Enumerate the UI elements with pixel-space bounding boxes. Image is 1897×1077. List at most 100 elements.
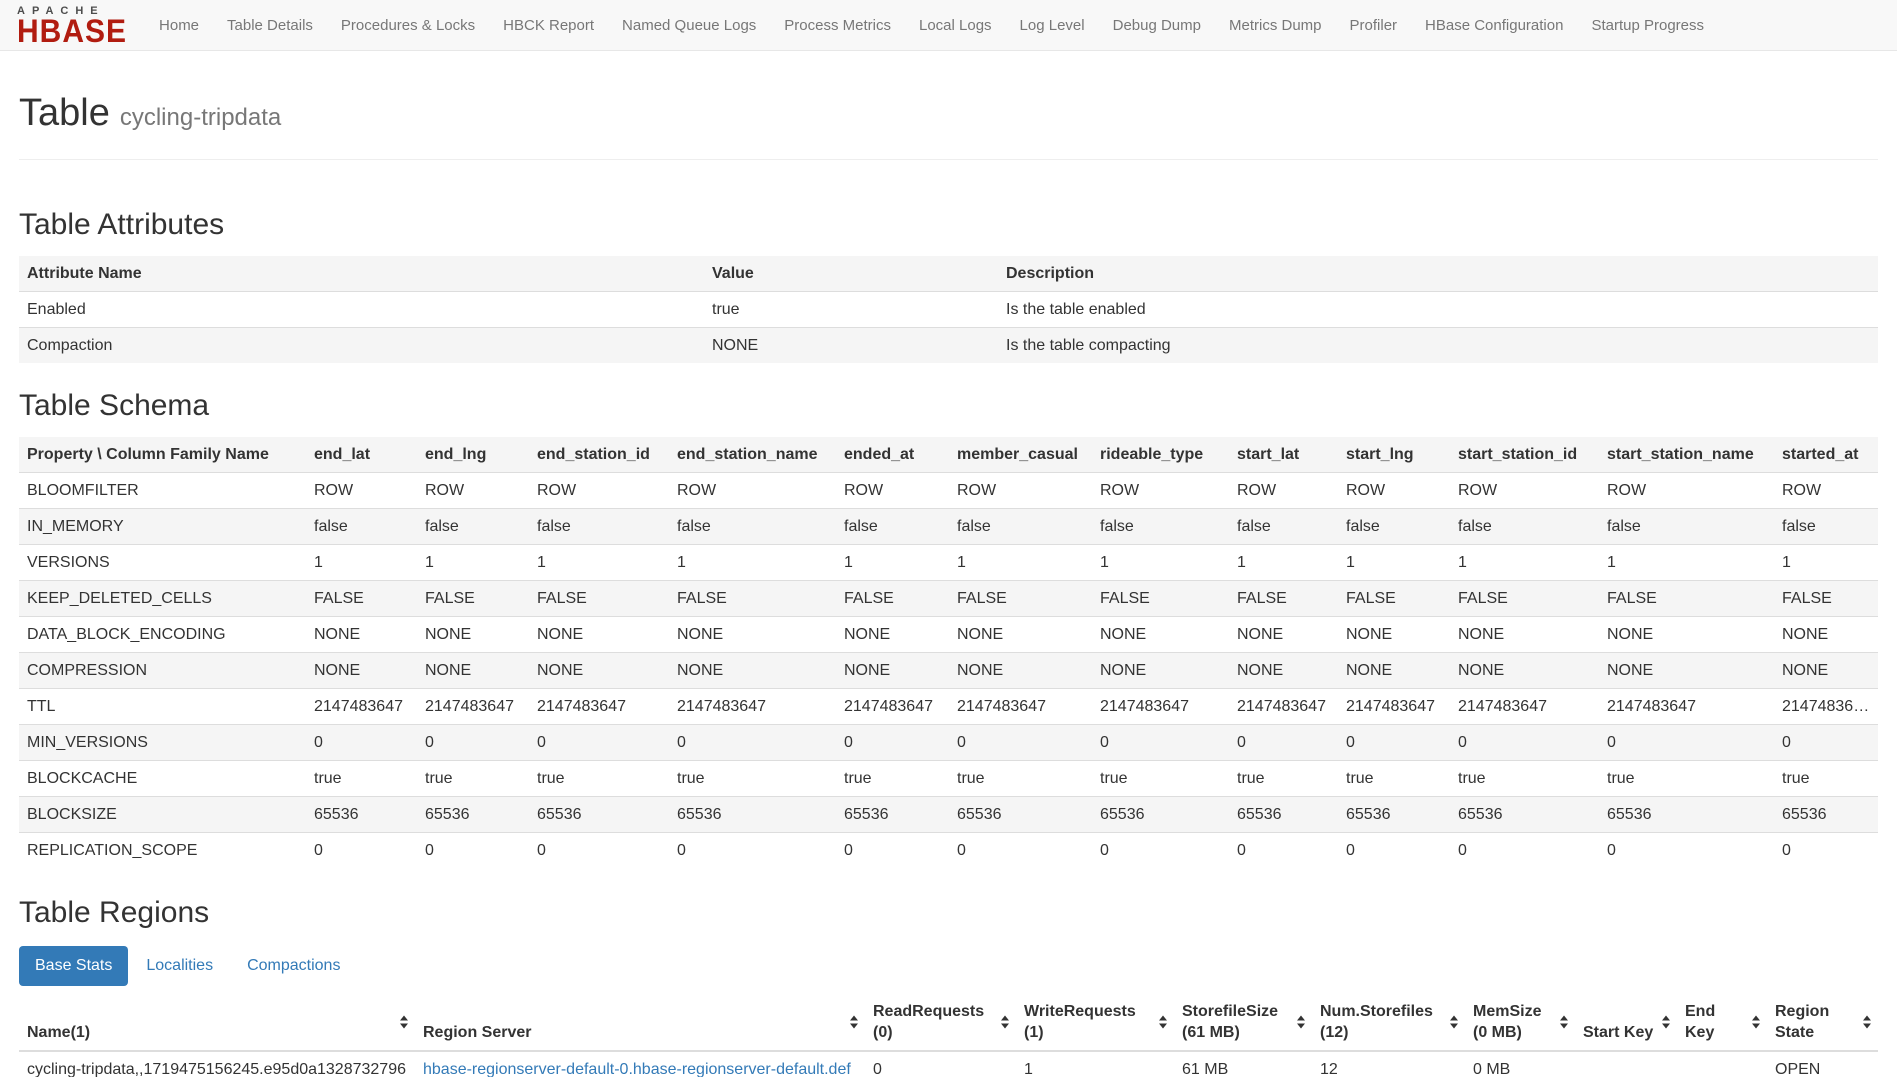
column-header-writerequests-1[interactable]: WriteRequests (1): [1016, 994, 1174, 1051]
nav-item-log-level[interactable]: Log Level: [1006, 3, 1099, 48]
column-header-value: Value: [704, 256, 998, 292]
nav-item-hbck-report[interactable]: HBCK Report: [489, 3, 608, 48]
nav-item-process-metrics[interactable]: Process Metrics: [770, 3, 905, 48]
schema-property-value: true: [1338, 761, 1450, 797]
column-header-label: End Key: [1685, 1003, 1715, 1041]
schema-property-value: NONE: [669, 617, 836, 653]
region-storefile-size: 61 MB: [1174, 1051, 1312, 1077]
schema-property-value: 0: [306, 725, 417, 761]
sort-up-arrow: [1001, 1016, 1009, 1021]
schema-property-value: 2147483647: [1092, 689, 1229, 725]
table-row: TTL2147483647214748364721474836472147483…: [19, 689, 1878, 725]
schema-property-value: NONE: [1599, 653, 1774, 689]
column-header-end-lng: end_lng: [417, 437, 529, 473]
nav-item-startup-progress[interactable]: Startup Progress: [1577, 3, 1718, 48]
schema-property-value: 0: [529, 833, 669, 869]
schema-property-value: ROW: [1774, 473, 1878, 509]
column-header-num-storefiles-12[interactable]: Num.Storefiles (12): [1312, 994, 1465, 1051]
schema-property-value: 0: [417, 833, 529, 869]
tab-localities[interactable]: Localities: [130, 946, 229, 986]
region-read-requests: 0: [865, 1051, 1016, 1077]
schema-property-value: 2147483647: [1338, 689, 1450, 725]
schema-property-value: 2147483647: [836, 689, 949, 725]
sort-up-arrow: [1863, 1016, 1871, 1021]
column-header-end-station-id: end_station_id: [529, 437, 669, 473]
table-row: CompactionNONEIs the table compacting: [19, 328, 1878, 364]
sort-up-arrow: [1752, 1016, 1760, 1021]
column-header-end-key[interactable]: End Key: [1677, 994, 1767, 1051]
schema-property-value: 0: [306, 833, 417, 869]
schema-property-value: ROW: [306, 473, 417, 509]
schema-property-value: true: [836, 761, 949, 797]
hbase-logo[interactable]: APACHE HBASE: [17, 5, 127, 45]
schema-property-value: NONE: [1338, 653, 1450, 689]
region-server-link[interactable]: hbase-regionserver-default-0.hbase-regio…: [423, 1061, 851, 1077]
column-header-label: Num.Storefiles (12): [1320, 1003, 1433, 1041]
sort-down-arrow: [850, 1024, 858, 1029]
nav-item-table-details[interactable]: Table Details: [213, 3, 327, 48]
schema-property-value: 1: [949, 545, 1092, 581]
sort-icon[interactable]: [1159, 1016, 1167, 1029]
tab-compactions[interactable]: Compactions: [231, 946, 356, 986]
column-header-label: Region State: [1775, 1003, 1829, 1041]
sort-icon[interactable]: [1297, 1016, 1305, 1029]
sort-icon[interactable]: [400, 1016, 408, 1029]
column-header-start-key[interactable]: Start Key: [1575, 994, 1677, 1051]
schema-property-value: NONE: [1338, 617, 1450, 653]
region-name: cycling-tripdata,,1719475156245.e95d0a13…: [19, 1051, 415, 1077]
sort-icon[interactable]: [850, 1016, 858, 1029]
schema-property-value: ROW: [1450, 473, 1599, 509]
column-header-readrequests-0[interactable]: ReadRequests (0): [865, 994, 1016, 1051]
sort-icon[interactable]: [1001, 1016, 1009, 1029]
column-header-memsize-0-mb[interactable]: MemSize (0 MB): [1465, 994, 1575, 1051]
schema-property-value: false: [1338, 509, 1450, 545]
nav-item-profiler[interactable]: Profiler: [1336, 3, 1412, 48]
nav-item-named-queue-logs[interactable]: Named Queue Logs: [608, 3, 770, 48]
schema-property-value: true: [1599, 761, 1774, 797]
schema-property-value: NONE: [1774, 653, 1878, 689]
sort-up-arrow: [1159, 1016, 1167, 1021]
sort-up-arrow: [1560, 1016, 1568, 1021]
schema-property-value: NONE: [1599, 617, 1774, 653]
schema-property-value: ROW: [529, 473, 669, 509]
schema-property-value: 65536: [529, 797, 669, 833]
schema-property-value: false: [1450, 509, 1599, 545]
nav-item-procedures-locks[interactable]: Procedures & Locks: [327, 3, 489, 48]
schema-property-value: 0: [1092, 725, 1229, 761]
sort-icon[interactable]: [1662, 1016, 1670, 1029]
sort-down-arrow: [1662, 1024, 1670, 1029]
table-row: BLOCKCACHEtruetruetruetruetruetruetruetr…: [19, 761, 1878, 797]
schema-property-value: 0: [949, 725, 1092, 761]
schema-header-row: Property \ Column Family Nameend_latend_…: [19, 437, 1878, 473]
nav-item-local-logs[interactable]: Local Logs: [905, 3, 1006, 48]
attribute-name: Enabled: [19, 292, 704, 328]
schema-property-value: 1: [669, 545, 836, 581]
schema-property-value: 0: [529, 725, 669, 761]
nav-item-home[interactable]: Home: [145, 3, 213, 48]
nav-item-hbase-configuration[interactable]: HBase Configuration: [1411, 3, 1577, 48]
table-row: IN_MEMORYfalsefalsefalsefalsefalsefalsef…: [19, 509, 1878, 545]
schema-property-value: true: [306, 761, 417, 797]
column-header-ended-at: ended_at: [836, 437, 949, 473]
sort-icon[interactable]: [1450, 1016, 1458, 1029]
schema-property-name: BLOCKSIZE: [19, 797, 306, 833]
column-header-region-state[interactable]: Region State: [1767, 994, 1878, 1051]
schema-property-value: 2147483647: [306, 689, 417, 725]
table-row: cycling-tripdata,,1719475156245.e95d0a13…: [19, 1051, 1878, 1077]
sort-icon[interactable]: [1560, 1016, 1568, 1029]
sort-icon[interactable]: [1752, 1016, 1760, 1029]
schema-property-value: 65536: [669, 797, 836, 833]
column-header-region-server[interactable]: Region Server: [415, 994, 865, 1051]
schema-property-value: 2147483647: [529, 689, 669, 725]
sort-icon[interactable]: [1863, 1016, 1871, 1029]
column-header-name-1[interactable]: Name(1): [19, 994, 415, 1051]
column-header-storefilesize-61-mb[interactable]: StorefileSize (61 MB): [1174, 994, 1312, 1051]
tab-base-stats[interactable]: Base Stats: [19, 946, 128, 986]
schema-property-value: 0: [1338, 833, 1450, 869]
sort-up-arrow: [850, 1016, 858, 1021]
nav-item-metrics-dump[interactable]: Metrics Dump: [1215, 3, 1336, 48]
sort-up-arrow: [400, 1016, 408, 1021]
schema-property-value: FALSE: [836, 581, 949, 617]
regions-header-row: Name(1)Region ServerReadRequests (0)Writ…: [19, 994, 1878, 1051]
nav-item-debug-dump[interactable]: Debug Dump: [1099, 3, 1215, 48]
